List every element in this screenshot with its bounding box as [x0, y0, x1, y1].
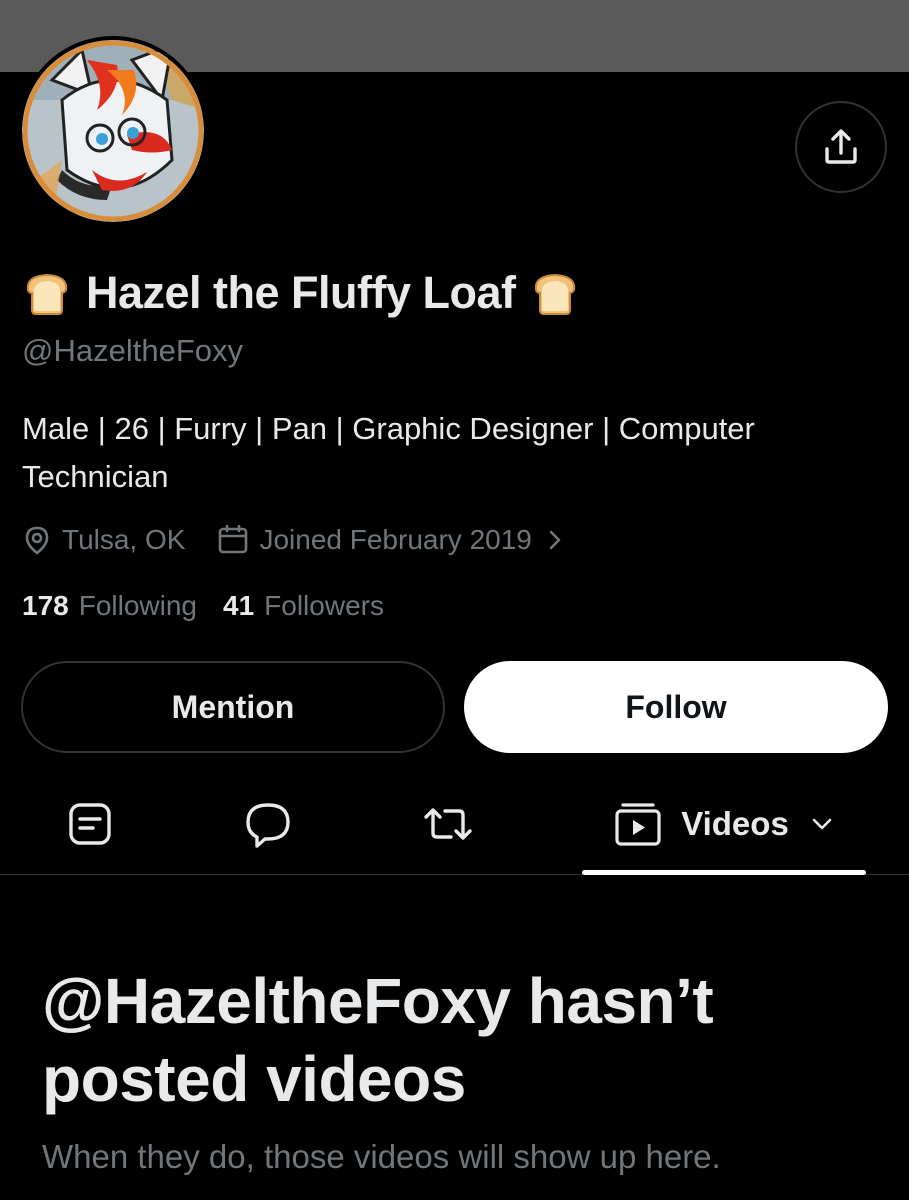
empty-state-subtitle: When they do, those videos will show up …: [42, 1138, 721, 1175]
tab-replies[interactable]: [218, 776, 318, 872]
mention-button[interactable]: Mention: [21, 661, 445, 753]
tab-videos-label: Videos: [681, 805, 789, 842]
following-count: 178: [22, 590, 69, 621]
followers-count: 41: [223, 590, 255, 621]
follow-counts: 178 Following 41 Followers: [22, 586, 410, 626]
tab-videos[interactable]: Videos: [582, 776, 866, 872]
followers-link[interactable]: 41 Followers: [223, 590, 384, 622]
location: Tulsa, OK: [22, 524, 185, 556]
share-button[interactable]: [795, 101, 887, 193]
profile-meta: Tulsa, OK Joined February 2019: [22, 518, 568, 562]
empty-state-title: @HazeltheFoxy hasn’t posted videos: [42, 965, 714, 1115]
calendar-icon: [219, 525, 248, 554]
follow-button[interactable]: Follow: [464, 661, 888, 753]
following-link[interactable]: 178 Following: [22, 590, 197, 622]
profile-tabs: Videos: [0, 776, 909, 875]
location-pin-icon: [25, 526, 49, 555]
avatar[interactable]: [18, 36, 208, 226]
videos-icon: [615, 803, 661, 846]
handle: @HazeltheFoxy: [22, 333, 243, 368]
bio: Male | 26 | Furry | Pan | Graphic Design…: [22, 411, 755, 494]
display-name-text: Hazel the Fluffy Loaf: [86, 267, 516, 318]
tab-reposts[interactable]: [398, 776, 498, 872]
chevron-right-icon: [549, 530, 561, 550]
joined-date[interactable]: Joined February 2019: [217, 524, 567, 556]
avatar-fox-illustration: [22, 40, 204, 222]
share-icon: [825, 129, 857, 164]
reposts-icon: [424, 808, 472, 840]
chevron-down-icon[interactable]: [809, 811, 835, 837]
posts-icon: [69, 803, 111, 845]
bread-emoji-icon: [22, 268, 72, 318]
tab-posts[interactable]: [40, 776, 140, 872]
active-tab-indicator: [582, 870, 866, 875]
bread-emoji-icon: [530, 268, 580, 318]
replies-icon: [246, 803, 290, 848]
joined-text: Joined February 2019: [259, 524, 532, 555]
followers-label: Followers: [264, 590, 384, 621]
location-text: Tulsa, OK: [62, 524, 186, 555]
display-name: Hazel the Fluffy Loaf: [22, 262, 580, 324]
following-label: Following: [78, 590, 197, 621]
